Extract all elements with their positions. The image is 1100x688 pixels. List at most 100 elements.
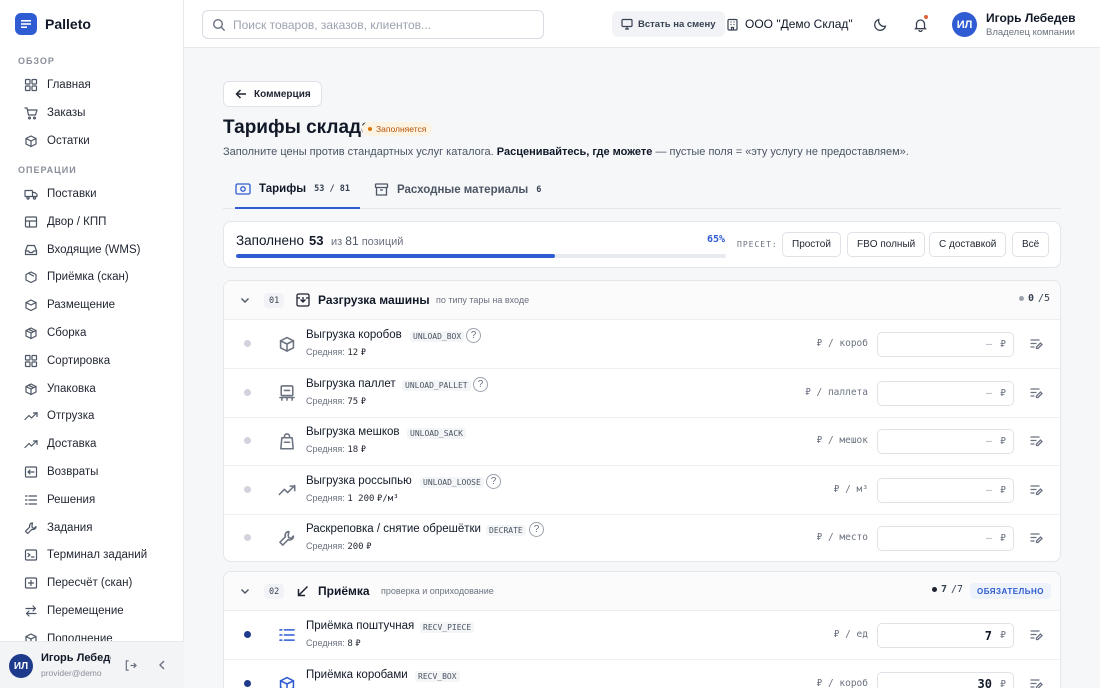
logout-icon[interactable] [123, 658, 137, 672]
service-code: RECV_BOX [415, 670, 460, 682]
row-settings-icon[interactable] [1029, 336, 1044, 354]
currency-sign: ₽ [999, 630, 1006, 641]
price-value: — [985, 339, 992, 350]
collapse-sidebar-icon[interactable] [155, 658, 169, 672]
sidebar-section-title: ОПЕРАЦИИ [18, 165, 77, 175]
desc-prefix: Заполните цены против стандартных услуг … [223, 146, 494, 158]
bag-icon [276, 430, 298, 452]
sidebar-item[interactable]: Решения [18, 487, 172, 513]
row-settings-icon[interactable] [1029, 676, 1044, 688]
price-input[interactable]: — ₽ [877, 526, 1014, 552]
sidebar-item[interactable]: Заказы [18, 100, 172, 126]
average-unit: ₽ [360, 348, 367, 358]
price-input[interactable]: 30 ₽ [877, 671, 1014, 688]
box-icon [276, 673, 298, 688]
money-icon [235, 182, 251, 195]
tab-consumables-count: 6 [536, 184, 542, 195]
sidebar-item[interactable]: Входящие (WMS) [18, 237, 172, 263]
count-dot [1019, 296, 1024, 301]
sidebar-item[interactable]: Размещение [18, 292, 172, 318]
sidebar-item[interactable]: Задания [18, 515, 172, 541]
average-price: Средняя: 8 ₽ [306, 638, 361, 649]
price-input[interactable]: — ₽ [877, 332, 1014, 357]
recount-icon [24, 576, 38, 590]
preset-all-button[interactable]: Всё [1012, 232, 1050, 257]
price-input[interactable]: 7 ₽ [877, 623, 1014, 648]
user-name[interactable]: Игорь Лебедев [986, 11, 1076, 25]
sidebar-item[interactable]: Приёмка (скан) [18, 264, 172, 290]
help-icon[interactable]: ? [466, 328, 481, 343]
price-unit: ₽ / мешок [816, 435, 868, 447]
user-avatar[interactable]: ИЛ [952, 12, 977, 37]
sidebar-item[interactable]: Доставка [18, 431, 172, 457]
sidebar-item[interactable]: Терминал заданий [18, 542, 172, 568]
back-button[interactable]: Коммерция [223, 81, 322, 107]
help-icon[interactable]: ? [473, 376, 488, 392]
sidebar-item[interactable]: Перемещение [18, 598, 172, 624]
sidebar-item[interactable]: Возвраты [18, 459, 172, 485]
price-value: — [985, 533, 992, 545]
company-switcher[interactable]: ООО "Демо Склад" [726, 11, 853, 37]
fill-progress-card: Заполнено 53 из 81 позиций 65% ПРЕСЕТ: П… [223, 221, 1061, 268]
sidebar-item-label: Перемещение [47, 605, 124, 617]
search-box[interactable] [202, 10, 544, 39]
price-input[interactable]: — ₽ [877, 429, 1014, 455]
row-settings-icon[interactable] [1029, 385, 1044, 403]
sidebar-item[interactable]: Сборка [18, 320, 172, 346]
sidebar-item-label: Пересчёт (скан) [47, 577, 133, 589]
average-price: Средняя: 1 200 ₽/м³ [306, 493, 399, 504]
preset-simple-button[interactable]: Простой [782, 232, 841, 257]
search-input[interactable] [233, 17, 523, 32]
preset-delivery-button[interactable]: С доставкой [929, 232, 1007, 257]
chevron-down-icon[interactable] [239, 294, 251, 309]
help-icon[interactable]: ? [486, 473, 501, 489]
average-label: Средняя: [306, 347, 345, 357]
brand[interactable]: Palleto [15, 13, 91, 35]
row-settings-icon[interactable] [1029, 482, 1044, 500]
row-settings-icon[interactable] [1029, 530, 1044, 548]
sidebar-item[interactable]: Сортировка [18, 348, 172, 374]
shelf-icon [24, 298, 38, 312]
chevron-down-icon[interactable] [239, 585, 251, 600]
section-header[interactable]: 02 Приёмка проверка и оприходование 7/7 ОБЯЗ… [224, 572, 1060, 611]
arrow-left-icon [235, 89, 246, 99]
sidebar-item[interactable]: Главная [18, 72, 172, 98]
average-label: Средняя: [306, 395, 345, 406]
package-icon [24, 382, 38, 396]
sidebar-item[interactable]: Двор / КПП [18, 209, 172, 235]
help-icon[interactable]: ? [529, 522, 544, 538]
row-settings-icon[interactable] [1029, 433, 1044, 451]
building-icon [727, 18, 738, 31]
return-icon [24, 465, 38, 479]
footer-user-email: provider@demo [41, 668, 102, 678]
price-input[interactable]: — ₽ [877, 380, 1014, 406]
tab-consumables[interactable]: Расходные материалы 6 [374, 170, 541, 209]
avatar[interactable]: ИЛ [9, 654, 33, 678]
price-value: — [985, 484, 992, 496]
start-shift-button[interactable]: Встать на смену [612, 11, 725, 37]
sidebar-item[interactable]: Пересчёт (скан) [18, 570, 172, 596]
sidebar-item[interactable]: Остатки [18, 128, 172, 154]
theme-toggle-icon[interactable] [871, 15, 889, 33]
service-name: Выгрузка паллет [306, 377, 396, 390]
required-badge: ОБЯЗАТЕЛЬНО [970, 583, 1051, 599]
average-price: Средняя: 18 ₽ [306, 444, 366, 455]
price-input[interactable]: — ₽ [877, 477, 1014, 503]
row-settings-icon[interactable] [1029, 627, 1044, 645]
sidebar-item[interactable]: Поставки [18, 181, 172, 207]
average-price: Средняя: 75 ₽ [306, 396, 366, 407]
sidebar-item[interactable]: Отгрузка [18, 403, 172, 429]
service-code: UNLOAD_BOX [410, 331, 465, 342]
inbox-icon [24, 243, 38, 257]
sidebar-item[interactable]: Упаковка [18, 376, 172, 402]
box-icon [24, 134, 38, 148]
bell-icon[interactable] [911, 14, 929, 33]
preset-fbo-button[interactable]: FBO полный [847, 232, 926, 257]
average-unit: ₽ [360, 445, 367, 456]
unload-icon [295, 292, 311, 311]
status-badge: Заполняется [362, 122, 433, 136]
section-header[interactable]: 01 Разгрузка машины по типу тары на входе 0… [224, 281, 1060, 320]
tab-tariffs[interactable]: Тарифы 53 / 81 [235, 170, 360, 209]
sidebar-item-label: Входящие (WMS) [47, 244, 141, 256]
tariff-row: Приёмка коробамиRECV_BOXСредняя: 30 ₽₽ /… [224, 660, 1060, 688]
